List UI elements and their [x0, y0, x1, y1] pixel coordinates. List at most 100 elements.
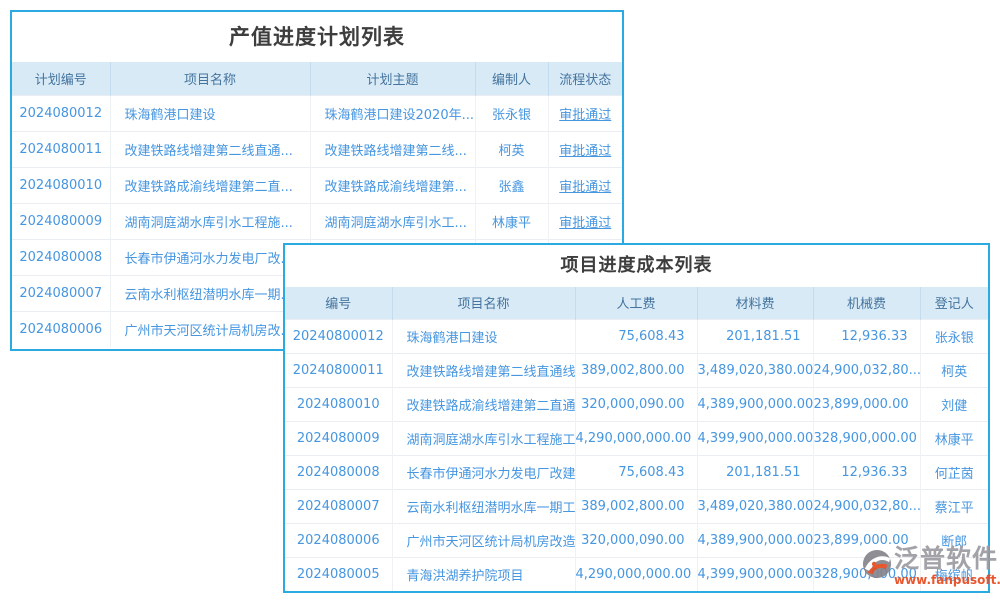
plan-column-header: 编制人 [475, 62, 548, 95]
cost-id-link[interactable]: 2024080005 [285, 557, 392, 591]
cost-labor-value: 4,290,000,000.00 [575, 557, 697, 591]
screenshot-canvas: 产值进度计划列表 计划编号项目名称计划主题编制人流程状态 2024080012珠… [0, 0, 1000, 600]
cost-column-header: 材料费 [697, 287, 813, 319]
cost-material-value: 201,181.51 [697, 319, 813, 353]
cost-labor-value: 4,290,000,000.00 [575, 421, 697, 455]
plan-author: 柯英 [475, 131, 548, 167]
table-row: 2024080010改建铁路成渝线增建第二直...改建铁路成渝线增建第...张鑫… [12, 167, 622, 203]
cost-material-value: 4,399,900,000.00 [697, 421, 813, 455]
cost-material-value: 3,489,020,380.00 [697, 353, 813, 387]
cost-id-link[interactable]: 2024080008 [285, 455, 392, 489]
cost-project-link[interactable]: 云南水利枢纽潜明水库一期工... [392, 489, 575, 523]
cost-registrar: 柯英 [920, 353, 988, 387]
cost-project-link[interactable]: 广州市天河区统计局机房改造... [392, 523, 575, 557]
cost-project-link[interactable]: 湖南洞庭湖水库引水工程施工... [392, 421, 575, 455]
cost-id-link[interactable]: 2024080010 [285, 387, 392, 421]
cost-material-value: 3,489,020,380.00 [697, 489, 813, 523]
watermark-brand-text: 泛普软件 [894, 545, 1000, 573]
cost-machine-value: 328,900,000.00 [813, 421, 920, 455]
plan-subject-link[interactable]: 湖南洞庭湖水库引水工... [310, 203, 475, 239]
cost-material-value: 201,181.51 [697, 455, 813, 489]
plan-project-link[interactable]: 长春市伊通河水力发电厂改... [110, 239, 310, 275]
cost-column-header: 登记人 [920, 287, 988, 319]
table-row: 2024080010改建铁路成渝线增建第二直通...320,000,090.00… [285, 387, 988, 421]
cost-column-header: 项目名称 [392, 287, 575, 319]
cost-registrar: 林康平 [920, 421, 988, 455]
cost-registrar: 何芷茵 [920, 455, 988, 489]
plan-status-link[interactable]: 审批通过 [548, 167, 622, 203]
table-row: 2024080008长春市伊通河水力发电厂改建...75,608.43201,1… [285, 455, 988, 489]
plan-id-link[interactable]: 2024080008 [12, 239, 110, 275]
plan-subject-link[interactable]: 改建铁路线增建第二线... [310, 131, 475, 167]
plan-subject-link[interactable]: 珠海鹤港口建设2020年... [310, 95, 475, 131]
cost-registrar: 蔡江平 [920, 489, 988, 523]
cost-machine-value: 24,900,032,80... [813, 353, 920, 387]
plan-column-header: 计划主题 [310, 62, 475, 95]
plan-status-link[interactable]: 审批通过 [548, 203, 622, 239]
plan-id-link[interactable]: 2024080012 [12, 95, 110, 131]
plan-project-link[interactable]: 珠海鹤港口建设 [110, 95, 310, 131]
table-row: 2024080009湖南洞庭湖水库引水工程施工...4,290,000,000.… [285, 421, 988, 455]
plan-project-link[interactable]: 湖南洞庭湖水库引水工程施... [110, 203, 310, 239]
cost-labor-value: 389,002,800.00 [575, 489, 697, 523]
cost-column-header: 编号 [285, 287, 392, 319]
plan-column-header: 项目名称 [110, 62, 310, 95]
table-row: 2024080011改建铁路线增建第二线直通...改建铁路线增建第二线...柯英… [12, 131, 622, 167]
cost-material-value: 4,389,900,000.00 [697, 523, 813, 557]
cost-registrar: 刘健 [920, 387, 988, 421]
cost-machine-value: 23,899,000.00 [813, 387, 920, 421]
cost-project-link[interactable]: 青海洪湖养护院项目 [392, 557, 575, 591]
cost-id-link[interactable]: 2024080006 [285, 523, 392, 557]
cost-machine-value: 24,900,032,80... [813, 489, 920, 523]
plan-id-link[interactable]: 2024080006 [12, 311, 110, 347]
plan-project-link[interactable]: 云南水利枢纽潜明水库一期... [110, 275, 310, 311]
cost-labor-value: 389,002,800.00 [575, 353, 697, 387]
cost-id-link[interactable]: 20240800012 [285, 319, 392, 353]
plan-status-link[interactable]: 审批通过 [548, 95, 622, 131]
cost-project-link[interactable]: 珠海鹤港口建设 [392, 319, 575, 353]
cost-column-header: 人工费 [575, 287, 697, 319]
cost-labor-value: 320,000,090.00 [575, 523, 697, 557]
plan-author: 张鑫 [475, 167, 548, 203]
watermark: 泛普软件 www.fanpusoft.com [862, 545, 1000, 587]
cost-material-value: 4,389,900,000.00 [697, 387, 813, 421]
table-row: 2024080009湖南洞庭湖水库引水工程施...湖南洞庭湖水库引水工...林康… [12, 203, 622, 239]
plan-author: 林康平 [475, 203, 548, 239]
cost-machine-value: 12,936.33 [813, 455, 920, 489]
cost-labor-value: 320,000,090.00 [575, 387, 697, 421]
plan-subject-link[interactable]: 改建铁路成渝线增建第... [310, 167, 475, 203]
plan-column-header: 计划编号 [12, 62, 110, 95]
cost-project-link[interactable]: 长春市伊通河水力发电厂改建... [392, 455, 575, 489]
plan-project-link[interactable]: 改建铁路线增建第二线直通... [110, 131, 310, 167]
plan-window-title: 产值进度计划列表 [12, 12, 622, 62]
table-row: 2024080007云南水利枢纽潜明水库一期工...389,002,800.00… [285, 489, 988, 523]
fanpu-logo-icon [862, 549, 892, 579]
table-row: 20240800012珠海鹤港口建设75,608.43201,181.5112,… [285, 319, 988, 353]
table-row: 20240800011改建铁路线增建第二线直通线...389,002,800.0… [285, 353, 988, 387]
cost-window-title: 项目进度成本列表 [285, 245, 988, 287]
cost-table-header-row: 编号项目名称人工费材料费机械费登记人 [285, 287, 988, 319]
plan-column-header: 流程状态 [548, 62, 622, 95]
cost-project-link[interactable]: 改建铁路线增建第二线直通线... [392, 353, 575, 387]
cost-material-value: 4,399,900,000.00 [697, 557, 813, 591]
cost-id-link[interactable]: 2024080007 [285, 489, 392, 523]
table-row: 2024080012珠海鹤港口建设珠海鹤港口建设2020年...张永银审批通过 [12, 95, 622, 131]
cost-registrar: 张永银 [920, 319, 988, 353]
cost-id-link[interactable]: 20240800011 [285, 353, 392, 387]
plan-project-link[interactable]: 改建铁路成渝线增建第二直... [110, 167, 310, 203]
cost-list-window: 项目进度成本列表 编号项目名称人工费材料费机械费登记人 20240800012珠… [283, 243, 990, 593]
plan-id-link[interactable]: 2024080007 [12, 275, 110, 311]
plan-table-header-row: 计划编号项目名称计划主题编制人流程状态 [12, 62, 622, 95]
watermark-url-text: www.fanpusoft.com [894, 573, 1000, 587]
cost-labor-value: 75,608.43 [575, 455, 697, 489]
plan-id-link[interactable]: 2024080010 [12, 167, 110, 203]
plan-id-link[interactable]: 2024080011 [12, 131, 110, 167]
plan-id-link[interactable]: 2024080009 [12, 203, 110, 239]
cost-project-link[interactable]: 改建铁路成渝线增建第二直通... [392, 387, 575, 421]
plan-project-link[interactable]: 广州市天河区统计局机房改... [110, 311, 310, 347]
cost-labor-value: 75,608.43 [575, 319, 697, 353]
cost-id-link[interactable]: 2024080009 [285, 421, 392, 455]
plan-status-link[interactable]: 审批通过 [548, 131, 622, 167]
cost-column-header: 机械费 [813, 287, 920, 319]
plan-author: 张永银 [475, 95, 548, 131]
